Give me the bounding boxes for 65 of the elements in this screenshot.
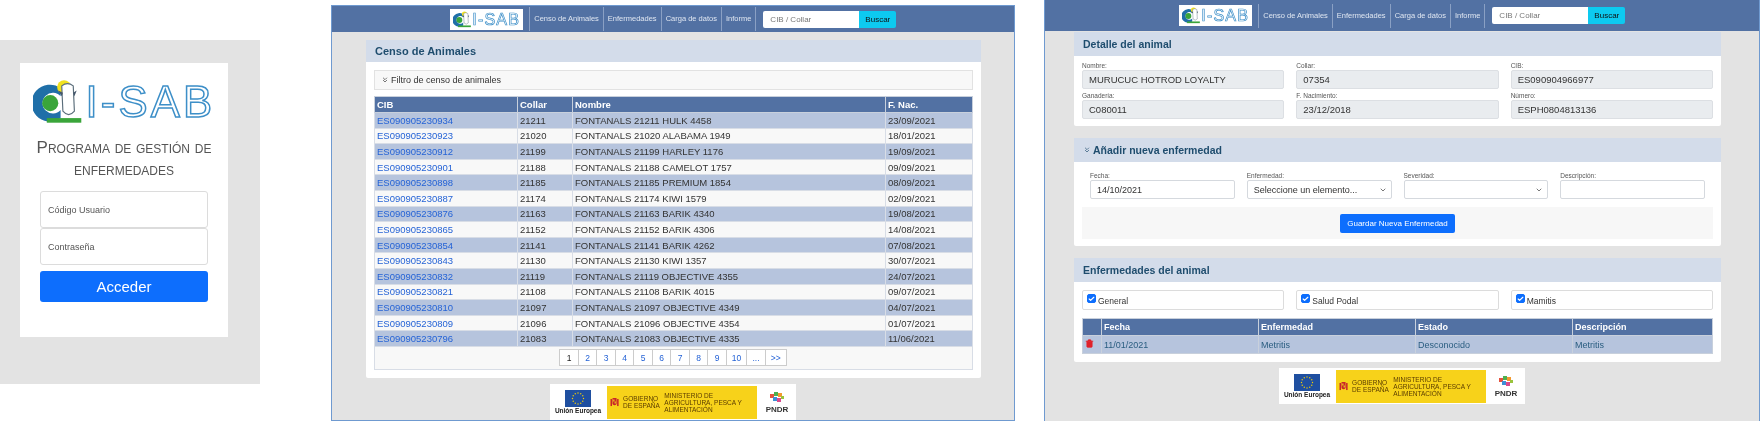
card-title: Censo de Animales: [375, 45, 477, 58]
checkbox-label: Salud Podal: [1312, 296, 1359, 306]
logo-text: I-SAB: [1201, 7, 1250, 24]
search-button[interactable]: Buscar: [1588, 7, 1626, 24]
search-button[interactable]: Buscar: [859, 10, 897, 28]
password-field[interactable]: Contraseña: [40, 228, 208, 265]
pndr-label: PNDR: [1494, 388, 1518, 398]
readonly-field[interactable]: MURUCUC HOTROD LOYALTY: [1082, 70, 1285, 89]
search-field[interactable]: CIB / Collar: [1492, 7, 1589, 24]
readonly-field[interactable]: ES090904966977: [1510, 70, 1713, 89]
page-link[interactable]: 1: [559, 349, 579, 366]
readonly-field[interactable]: ESPH0804813136: [1510, 100, 1713, 119]
pndr-label: PNDR: [765, 404, 789, 414]
cow-logo-drawing: [1181, 7, 1202, 24]
page-link[interactable]: 9: [707, 349, 727, 366]
filter-checkbox[interactable]: Salud Podal: [1296, 290, 1499, 310]
readonly-field[interactable]: 23/12/2018: [1296, 100, 1499, 119]
input-field[interactable]: [1560, 180, 1705, 199]
checkbox-label: Mamitis: [1526, 296, 1556, 306]
chevrons-down-icon: [381, 76, 389, 85]
checkbox-label: General: [1098, 296, 1129, 306]
page-link[interactable]: >>: [764, 349, 787, 366]
checkbox[interactable]: [1301, 294, 1311, 303]
readonly-field[interactable]: C080011: [1082, 100, 1285, 119]
page-link[interactable]: 5: [633, 349, 653, 366]
mosaic-icon: [769, 390, 785, 405]
card-title: Añadir nueva enfermedad: [1093, 144, 1222, 156]
logo-text: I-SAB: [472, 10, 521, 28]
mosaic-icon: [1498, 374, 1514, 389]
readonly-field[interactable]: 07354: [1296, 70, 1499, 89]
column-header[interactable]: Enfermedad: [1258, 318, 1416, 336]
checkbox[interactable]: [1515, 294, 1525, 303]
trash-icon[interactable]: [1085, 339, 1094, 348]
column-header[interactable]: Fecha: [1101, 318, 1259, 336]
select-field[interactable]: Seleccione un elemento...: [1246, 180, 1392, 199]
save-button[interactable]: Guardar Nueva Enfermedad: [1340, 213, 1455, 233]
filter-bar[interactable]: Filtro de censo de animales: [374, 70, 973, 91]
column-header[interactable]: CIB: [374, 96, 518, 113]
filter-label: Filtro de censo de animales: [391, 75, 502, 86]
chevrons-down-icon: [1083, 146, 1091, 154]
page-link[interactable]: ...: [746, 349, 766, 366]
eu-flag-icon: [1294, 374, 1320, 391]
column-header[interactable]: Descripción: [1572, 318, 1713, 336]
app-title: Programa de gestión de enfermedades: [35, 137, 213, 181]
column-header[interactable]: F. Nac.: [885, 96, 973, 113]
page-link[interactable]: 3: [596, 349, 616, 366]
page-link[interactable]: 7: [670, 349, 690, 366]
column-header[interactable]: Nombre: [572, 96, 886, 113]
input-field[interactable]: 14/10/2021: [1090, 180, 1235, 199]
login-button[interactable]: Acceder: [40, 271, 208, 302]
checkbox[interactable]: [1087, 294, 1096, 303]
page-link[interactable]: 10: [725, 349, 748, 366]
card-header[interactable]: Añadir nueva enfermedad: [1074, 138, 1721, 162]
logo-text: I-SAB: [85, 80, 216, 124]
select-field[interactable]: [1403, 180, 1549, 199]
card-title: Enfermedades del animal: [1083, 264, 1210, 276]
card-title: Detalle del animal: [1083, 38, 1172, 50]
column-header[interactable]: Estado: [1415, 318, 1573, 336]
column-header[interactable]: Collar: [517, 96, 573, 113]
eu-flag-icon: [565, 390, 591, 407]
search-field[interactable]: CIB / Collar: [763, 10, 860, 28]
filter-checkbox[interactable]: General: [1082, 290, 1285, 310]
username-field[interactable]: Código Usuario: [40, 191, 208, 228]
cow-logo-drawing: [452, 10, 473, 28]
filter-checkbox[interactable]: Mamitis: [1510, 290, 1713, 310]
